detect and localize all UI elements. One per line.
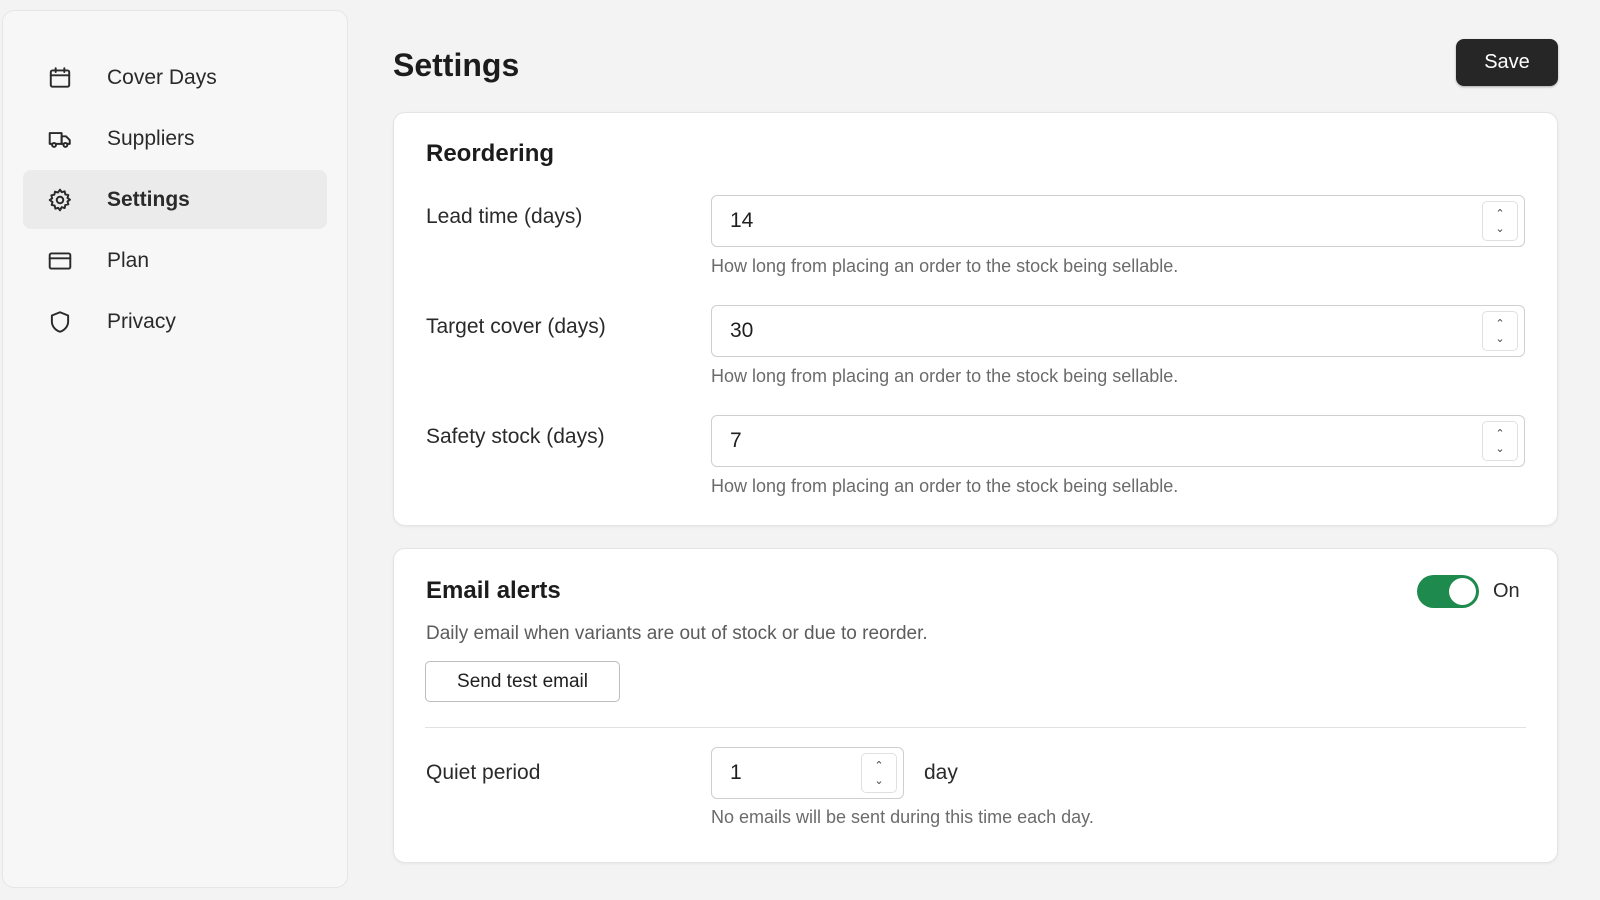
email-alerts-title: Email alerts — [426, 577, 561, 604]
toggle-state-label: On — [1493, 580, 1520, 602]
sidebar-item-privacy[interactable]: Privacy — [23, 292, 327, 351]
lead-time-label: Lead time (days) — [426, 205, 583, 228]
sidebar-item-label: Cover Days — [107, 65, 217, 89]
sidebar-item-plan[interactable]: Plan — [23, 231, 327, 290]
email-alerts-card: Email alerts On Daily email when variant… — [393, 548, 1558, 863]
safety-stock-label: Safety stock (days) — [426, 425, 605, 448]
quiet-period-help: No emails will be sent during this time … — [711, 807, 1094, 827]
safety-stock-value: 7 — [730, 429, 742, 452]
target-cover-help: How long from placing an order to the st… — [711, 366, 1179, 386]
quiet-period-input[interactable]: 1 ⌃ ⌄ — [711, 747, 904, 799]
chevron-down-icon[interactable]: ⌄ — [1495, 223, 1504, 235]
quiet-period-unit: day — [924, 761, 958, 784]
lead-time-value: 14 — [730, 209, 754, 232]
target-cover-label: Target cover (days) — [426, 315, 606, 338]
email-alerts-description: Daily email when variants are out of sto… — [426, 623, 928, 644]
sidebar: Cover Days Suppliers Settings Plan Priva… — [2, 10, 348, 888]
divider — [425, 727, 1526, 728]
sidebar-item-label: Suppliers — [107, 126, 195, 150]
shield-icon — [47, 309, 73, 335]
chevron-up-icon[interactable]: ⌃ — [1495, 318, 1504, 330]
lead-time-stepper[interactable]: ⌃ ⌄ — [1482, 201, 1518, 241]
email-alerts-toggle[interactable] — [1417, 575, 1479, 608]
chevron-down-icon[interactable]: ⌄ — [1495, 333, 1504, 345]
chevron-up-icon[interactable]: ⌃ — [874, 760, 883, 772]
sidebar-item-label: Privacy — [107, 309, 176, 333]
gear-icon — [47, 187, 73, 213]
quiet-period-stepper[interactable]: ⌃ ⌄ — [861, 753, 897, 793]
send-test-email-button[interactable]: Send test email — [425, 661, 620, 702]
reordering-title: Reordering — [426, 140, 555, 167]
quiet-period-label: Quiet period — [426, 761, 541, 784]
target-cover-stepper[interactable]: ⌃ ⌄ — [1482, 311, 1518, 351]
target-cover-input[interactable]: 30 ⌃ ⌄ — [711, 305, 1525, 357]
chevron-down-icon[interactable]: ⌄ — [1495, 443, 1504, 455]
sidebar-item-settings[interactable]: Settings — [23, 170, 327, 229]
credit-card-icon — [47, 248, 73, 274]
sidebar-item-cover-days[interactable]: Cover Days — [23, 48, 327, 107]
quiet-period-value: 1 — [730, 761, 742, 784]
safety-stock-input[interactable]: 7 ⌃ ⌄ — [711, 415, 1525, 467]
safety-stock-help: How long from placing an order to the st… — [711, 476, 1179, 496]
reordering-card: Reordering Lead time (days) 14 ⌃ ⌄ How l… — [393, 112, 1558, 526]
chevron-up-icon[interactable]: ⌃ — [1495, 428, 1504, 440]
calendar-icon — [47, 65, 73, 91]
sidebar-item-label: Settings — [107, 187, 190, 211]
target-cover-value: 30 — [730, 319, 754, 342]
truck-icon — [47, 126, 73, 152]
chevron-down-icon[interactable]: ⌄ — [874, 775, 883, 787]
page-title: Settings — [393, 47, 520, 83]
sidebar-item-label: Plan — [107, 248, 150, 272]
lead-time-help: How long from placing an order to the st… — [711, 256, 1179, 276]
sidebar-item-suppliers[interactable]: Suppliers — [23, 109, 327, 168]
save-button[interactable]: Save — [1456, 39, 1558, 86]
toggle-knob — [1449, 578, 1476, 605]
safety-stock-stepper[interactable]: ⌃ ⌄ — [1482, 421, 1518, 461]
chevron-up-icon[interactable]: ⌃ — [1495, 208, 1504, 220]
lead-time-input[interactable]: 14 ⌃ ⌄ — [711, 195, 1525, 247]
